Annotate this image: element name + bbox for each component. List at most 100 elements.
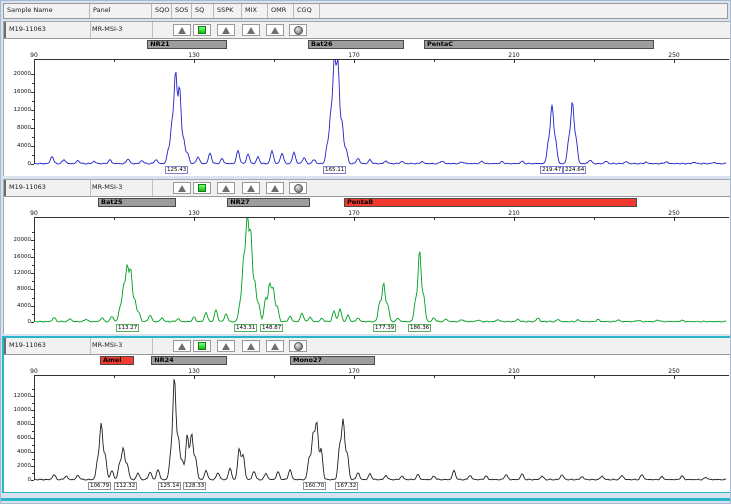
header-cell-sample-name[interactable]: Sample Name <box>4 4 90 18</box>
x-tick-label: 90 <box>24 368 44 375</box>
warning-triangle-icon <box>178 343 186 350</box>
flag-cell-sq[interactable] <box>193 24 211 36</box>
peak-size-label[interactable]: 177.39 <box>373 324 396 332</box>
header-cell-panel[interactable]: Panel <box>90 4 152 18</box>
genemapper-sample-plot-window: Sample NamePanelSQOSOSSQSSPKMIXOMRCGQ M1… <box>0 0 731 504</box>
x-tick-label: 170 <box>344 210 364 217</box>
flag-cell-mix[interactable] <box>242 340 260 352</box>
flag-cell-sq[interactable] <box>193 340 211 352</box>
warning-triangle-icon <box>222 27 230 34</box>
peak-size-label[interactable]: 143.31 <box>234 324 257 332</box>
flag-cell-omr[interactable] <box>266 182 284 194</box>
peak-size-label[interactable]: 128.33 <box>183 482 206 490</box>
peak-size-label[interactable]: 148.87 <box>260 324 283 332</box>
peak-size-label[interactable]: 224.64 <box>563 166 586 174</box>
sample-name: M19-11063 <box>9 22 91 38</box>
header-cell-sos[interactable]: SOS <box>172 4 192 18</box>
flag-cell-sspk[interactable] <box>217 24 235 36</box>
marker-bar-nr21[interactable]: NR21 <box>147 40 227 49</box>
flag-cell-sos[interactable] <box>173 340 191 352</box>
x-tick-label: 90 <box>24 52 44 59</box>
row-selection-edge <box>4 180 6 196</box>
header-filler <box>320 4 727 18</box>
table-header-row: Sample NamePanelSQOSOSSQSSPKMIXOMRCGQ <box>3 3 728 19</box>
x-tick-label: 170 <box>344 52 364 59</box>
peak-size-label[interactable]: 160.70 <box>303 482 326 490</box>
panel-name: MR-MSI-3 <box>92 338 153 354</box>
warning-triangle-icon <box>222 185 230 192</box>
x-axis-ruler: 90 130 170 210 250 <box>4 209 731 218</box>
warning-triangle-icon <box>178 27 186 34</box>
electropherogram-trace <box>4 218 729 334</box>
flag-cell-cgq[interactable] <box>289 24 307 36</box>
marker-bar-row: Bat25 NR27 PentaB <box>4 197 731 209</box>
flag-cell-cgq[interactable] <box>289 182 307 194</box>
marker-bar-bat25[interactable]: Bat25 <box>98 198 176 207</box>
sample-name: M19-11063 <box>9 338 91 354</box>
flag-cell-sq[interactable] <box>193 182 211 194</box>
marker-bar-amel[interactable]: Amel <box>100 356 134 365</box>
row-selection-edge <box>4 22 6 38</box>
flag-cell-sspk[interactable] <box>217 340 235 352</box>
flag-cell-omr[interactable] <box>266 24 284 36</box>
x-tick-label: 170 <box>344 368 364 375</box>
x-tick-label: 130 <box>184 368 204 375</box>
panel-name: MR-MSI-3 <box>92 180 153 196</box>
flag-cell-omr[interactable] <box>266 340 284 352</box>
x-tick-label: 130 <box>184 210 204 217</box>
flag-cell-sos[interactable] <box>173 24 191 36</box>
selection-underline <box>1 498 731 501</box>
peak-size-label[interactable]: 219.47 <box>540 166 563 174</box>
header-cell-sq[interactable]: SQ <box>192 4 214 18</box>
peak-size-label[interactable]: 125.43 <box>165 166 188 174</box>
sample-row[interactable]: M19-11063 MR-MSI-3 <box>4 338 731 355</box>
peak-size-label[interactable]: 112.32 <box>114 482 137 490</box>
peak-size-label[interactable]: 113.27 <box>116 324 139 332</box>
sample-row[interactable]: M19-11063 MR-MSI-3 <box>4 180 731 197</box>
peak-size-label[interactable]: 106.79 <box>88 482 111 490</box>
x-tick-label: 130 <box>184 52 204 59</box>
warning-triangle-icon <box>271 185 279 192</box>
header-cell-mix[interactable]: MIX <box>242 4 268 18</box>
marker-bar-mono27[interactable]: Mono27 <box>290 356 375 365</box>
header-cell-cgq[interactable]: CGQ <box>294 4 320 18</box>
x-tick-label: 210 <box>504 52 524 59</box>
warning-triangle-icon <box>247 27 255 34</box>
header-cell-sqo[interactable]: SQO <box>152 4 172 18</box>
flag-cell-sspk[interactable] <box>217 182 235 194</box>
flag-cell-mix[interactable] <box>242 182 260 194</box>
peak-size-label[interactable]: 186.36 <box>408 324 431 332</box>
header-cell-omr[interactable]: OMR <box>268 4 294 18</box>
flag-cell-cgq[interactable] <box>289 340 307 352</box>
marker-bar-pentab[interactable]: PentaB <box>344 198 637 207</box>
peak-size-label[interactable]: 165.11 <box>323 166 346 174</box>
marker-bar-nr24[interactable]: NR24 <box>151 356 227 365</box>
electropherogram-plot[interactable]: 040008000120001600020000113.27143.31148.… <box>4 218 731 334</box>
flag-cell-mix[interactable] <box>242 24 260 36</box>
sample-row[interactable]: M19-11063 MR-MSI-3 <box>4 22 731 39</box>
warning-triangle-icon <box>271 343 279 350</box>
electropherogram-plot[interactable]: 020004000600080001000012000106.79112.321… <box>4 376 731 492</box>
marker-bar-row: NR21 Bat26 PentaC <box>4 39 731 51</box>
row-selection-edge <box>4 338 6 354</box>
peak-size-label[interactable]: 167.32 <box>335 482 358 490</box>
header-cell-sspk[interactable]: SSPK <box>214 4 242 18</box>
warning-triangle-icon <box>247 343 255 350</box>
electropherogram-plot[interactable]: 040008000120001600020000125.43165.11219.… <box>4 60 731 176</box>
x-tick-label: 90 <box>24 210 44 217</box>
sq-pass-icon <box>198 184 206 192</box>
sample-panel-group-3: M19-11063 MR-MSI-3 Amel NR24 Mono27 90 130 1… <box>2 336 731 493</box>
marker-bar-bat26[interactable]: Bat26 <box>308 40 404 49</box>
peak-size-label[interactable]: 125.14 <box>158 482 181 490</box>
electropherogram-trace <box>4 60 729 176</box>
marker-bar-row: Amel NR24 Mono27 <box>4 355 731 367</box>
x-tick-label: 210 <box>504 368 524 375</box>
sq-pass-icon <box>198 26 206 34</box>
x-axis-ruler: 90130170210250 <box>4 367 731 376</box>
warning-triangle-icon <box>178 185 186 192</box>
marker-bar-nr27[interactable]: NR27 <box>227 198 310 207</box>
marker-bar-pentac[interactable]: PentaC <box>424 40 654 49</box>
x-tick-label: 210 <box>504 210 524 217</box>
flag-cell-sos[interactable] <box>173 182 191 194</box>
x-tick-label: 250 <box>664 210 684 217</box>
